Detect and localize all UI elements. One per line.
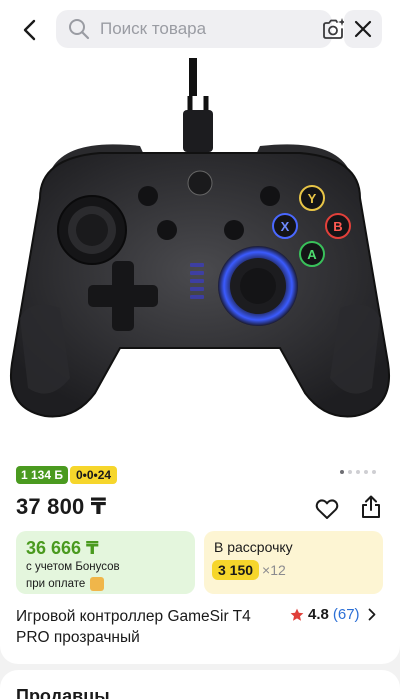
- bonus-note-line1: с учетом Бонусов: [26, 561, 120, 573]
- installment-badge[interactable]: 0•0•24: [70, 466, 118, 484]
- share-button[interactable]: [356, 492, 386, 522]
- bonus-note-line2: при оплате: [26, 577, 105, 591]
- close-button[interactable]: [344, 10, 382, 48]
- pagination-dot: [348, 470, 352, 474]
- share-icon: [362, 495, 380, 518]
- payment-icon: [90, 577, 105, 591]
- star-icon: [290, 608, 304, 622]
- product-image: Y X B A: [10, 58, 390, 418]
- reviews-count: (67): [332, 606, 360, 623]
- back-arrow-icon: [23, 19, 36, 41]
- installment-monthly: 3 150: [212, 560, 260, 580]
- pagination-dot: [364, 470, 368, 474]
- close-icon: [354, 20, 372, 38]
- svg-text:Y: Y: [308, 191, 317, 206]
- back-button[interactable]: [14, 14, 46, 46]
- rating-link[interactable]: 4.8 (67): [290, 606, 378, 623]
- chevron-right-icon: [368, 608, 378, 622]
- bonus-price-card[interactable]: 36 666 ₸ с учетом Бонусов при оплате: [16, 531, 195, 594]
- product-price: 37 800 ₸: [16, 494, 107, 519]
- installment-amount-row: 3 150 ×12: [212, 560, 286, 580]
- installment-multiplier: ×12: [262, 562, 286, 578]
- favorite-button[interactable]: [312, 494, 342, 524]
- sellers-heading: Продавцы: [16, 686, 110, 699]
- search-input[interactable]: [100, 10, 321, 48]
- search-bar[interactable]: [56, 10, 346, 48]
- pagination-dot: [372, 470, 376, 474]
- bonus-price: 36 666 ₸: [26, 538, 99, 558]
- sellers-section: Продавцы: [0, 670, 400, 699]
- installment-title: В рассрочку: [214, 539, 293, 555]
- search-icon: [68, 17, 90, 41]
- pagination-dot: [340, 470, 344, 474]
- svg-text:B: B: [333, 219, 342, 234]
- svg-text:A: A: [307, 247, 317, 262]
- product-title: Игровой контроллер GameSir T4 PRO прозра…: [16, 608, 251, 646]
- bonus-badge[interactable]: 1 134 Б: [16, 466, 68, 484]
- top-bar: [0, 0, 400, 58]
- product-image-gallery[interactable]: Y X B A: [0, 58, 400, 458]
- rating-value: 4.8: [308, 606, 329, 623]
- installment-card[interactable]: В рассрочку 3 150 ×12: [204, 531, 383, 594]
- svg-text:X: X: [281, 219, 290, 234]
- promo-badges: 1 134 Б 0•0•24: [16, 466, 118, 484]
- gallery-pagination: [340, 470, 376, 474]
- heart-icon: [315, 499, 339, 519]
- pagination-dot: [356, 470, 360, 474]
- product-info: 1 134 Б 0•0•24 37 800 ₸ 36 666 ₸ с учето…: [0, 458, 400, 664]
